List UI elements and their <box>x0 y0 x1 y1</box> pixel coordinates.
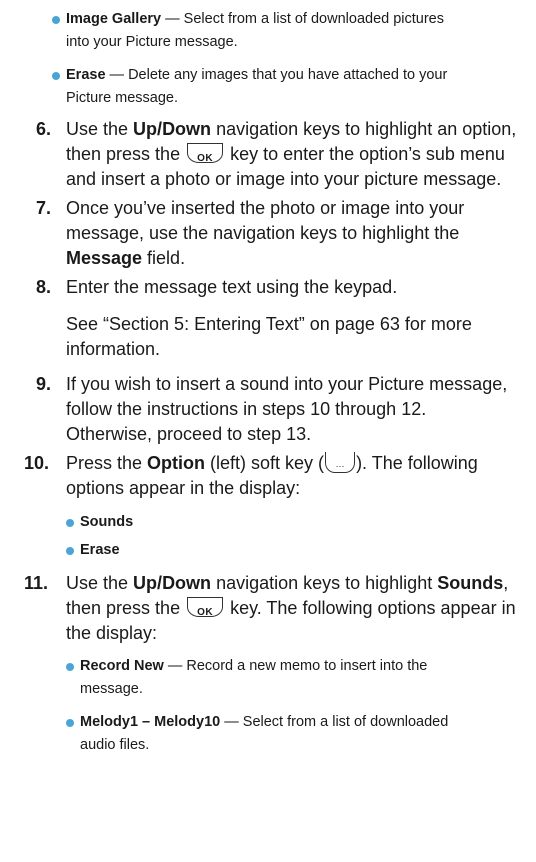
list-item-erase: Erase <box>66 539 520 562</box>
step-text: navigation keys to highlight <box>211 573 438 593</box>
bullet-text-cont: Picture message. <box>66 90 179 106</box>
step-8-note: See “Section 5: Entering Text” on page 6… <box>66 312 528 362</box>
bullet-text: Select from a list of downloaded <box>242 714 449 730</box>
step-text: options appear in the display: <box>66 478 301 498</box>
bullet-icon <box>66 663 74 671</box>
bullet-icon <box>66 547 74 555</box>
step-text: Once you’ve inserted the photo or image … <box>66 198 465 218</box>
bullet-icon <box>52 16 60 24</box>
bullet-text: Delete any images that you have attached… <box>128 67 448 83</box>
bullet-text: Select from a list of downloaded picture… <box>183 11 444 27</box>
ok-key-icon: OK <box>187 143 224 164</box>
option-sounds: Sounds <box>80 514 134 530</box>
list-item-sounds: Sounds <box>66 511 520 534</box>
step-text: key to enter the option’s sub menu <box>225 144 505 164</box>
step-6: 6. Use the Up/Down navigation keys to hi… <box>36 117 528 192</box>
step-text: Use the <box>66 573 134 593</box>
list-item-image-gallery: Image Gallery — Select from a list of do… <box>52 8 526 54</box>
step-8: 8. Enter the message text using the keyp… <box>36 275 528 300</box>
step-text: ). The following <box>356 453 478 473</box>
key-down-label: Down <box>162 573 212 593</box>
list-item-record-new: Record New — Record a new memo to insert… <box>66 655 520 701</box>
bullet-text-cont: message. <box>80 681 143 697</box>
bullet-text: Record a new memo to insert into the <box>186 658 428 674</box>
left-soft-key-icon: ··· <box>325 452 356 473</box>
bullet-sep: — <box>161 11 184 27</box>
soft-key-glyph: ··· <box>335 461 345 471</box>
step-number: 8. <box>36 277 52 297</box>
ok-key-label: OK <box>197 153 214 164</box>
bullet-text-cont: into your Picture message. <box>66 34 238 50</box>
step-text: , <box>503 573 509 593</box>
step-text: message, use the navigation keys to high… <box>66 223 460 243</box>
step-text: and insert a photo or image into your pi… <box>66 169 502 189</box>
bullet-icon <box>66 519 74 527</box>
step-number: 7. <box>36 198 52 218</box>
option-erase: Erase <box>80 542 120 558</box>
step-text: If you wish to insert a sound into your … <box>66 374 508 394</box>
bullet-sep: — <box>105 67 129 83</box>
step-text: the display: <box>66 623 158 643</box>
bullet-icon <box>52 72 60 80</box>
option-key-label: Option <box>147 453 206 473</box>
step-text: Use the <box>66 119 134 139</box>
step-9: 9. If you wish to insert a sound into yo… <box>36 372 528 447</box>
step-number: 6. <box>36 119 52 139</box>
step-text: Press the <box>66 453 148 473</box>
step-number: 9. <box>36 374 52 394</box>
bullet-text-cont: audio files. <box>80 737 150 753</box>
bullet-term: Melody1 – Melody10 <box>80 714 221 730</box>
key-down-label: Down <box>162 119 212 139</box>
step-text: navigation keys to highlight an option, <box>211 119 517 139</box>
note-text: information. <box>66 339 161 359</box>
bullet-icon <box>66 719 74 727</box>
bullet-term: Erase <box>66 67 106 83</box>
ok-key-icon: OK <box>187 597 224 618</box>
step-text: then press the <box>66 598 186 618</box>
bullet-term: Record New <box>80 658 164 674</box>
key-up-label: Up <box>133 119 158 139</box>
step-text: Enter the message text using the keypad. <box>66 277 398 297</box>
step-text: (left) soft key ( <box>205 453 325 473</box>
step-11: 11. Use the Up/Down navigation keys to h… <box>24 571 528 646</box>
ok-key-label: OK <box>197 607 214 618</box>
bullet-sep: — <box>163 658 187 674</box>
step-number: 10. <box>24 453 50 473</box>
sounds-label: Sounds <box>437 573 504 593</box>
list-item-erase-image: Erase — Delete any images that you have … <box>52 64 526 110</box>
list-item-melody: Melody1 – Melody10 — Select from a list … <box>66 711 520 757</box>
step-text: Otherwise, proceed to step 13. <box>66 424 312 444</box>
manual-page: Image Gallery — Select from a list of do… <box>0 0 536 862</box>
step-text: follow the instructions in steps 10 thro… <box>66 399 427 419</box>
message-field-label: Message <box>66 248 143 268</box>
step-text: key. The following options appear in <box>225 598 516 618</box>
bullet-term: Image Gallery <box>66 11 162 27</box>
key-up-label: Up <box>133 573 158 593</box>
step-text: field. <box>142 248 186 268</box>
step-10: 10. Press the Option (left) soft key ( ··… <box>24 451 528 501</box>
bullet-sep: — <box>220 714 243 730</box>
step-7: 7. Once you’ve inserted the photo or ima… <box>36 196 528 271</box>
step-number: 11. <box>24 573 49 593</box>
step-text: then press the <box>66 144 186 164</box>
note-text: See “Section 5: Entering Text” on page 6… <box>66 314 472 334</box>
